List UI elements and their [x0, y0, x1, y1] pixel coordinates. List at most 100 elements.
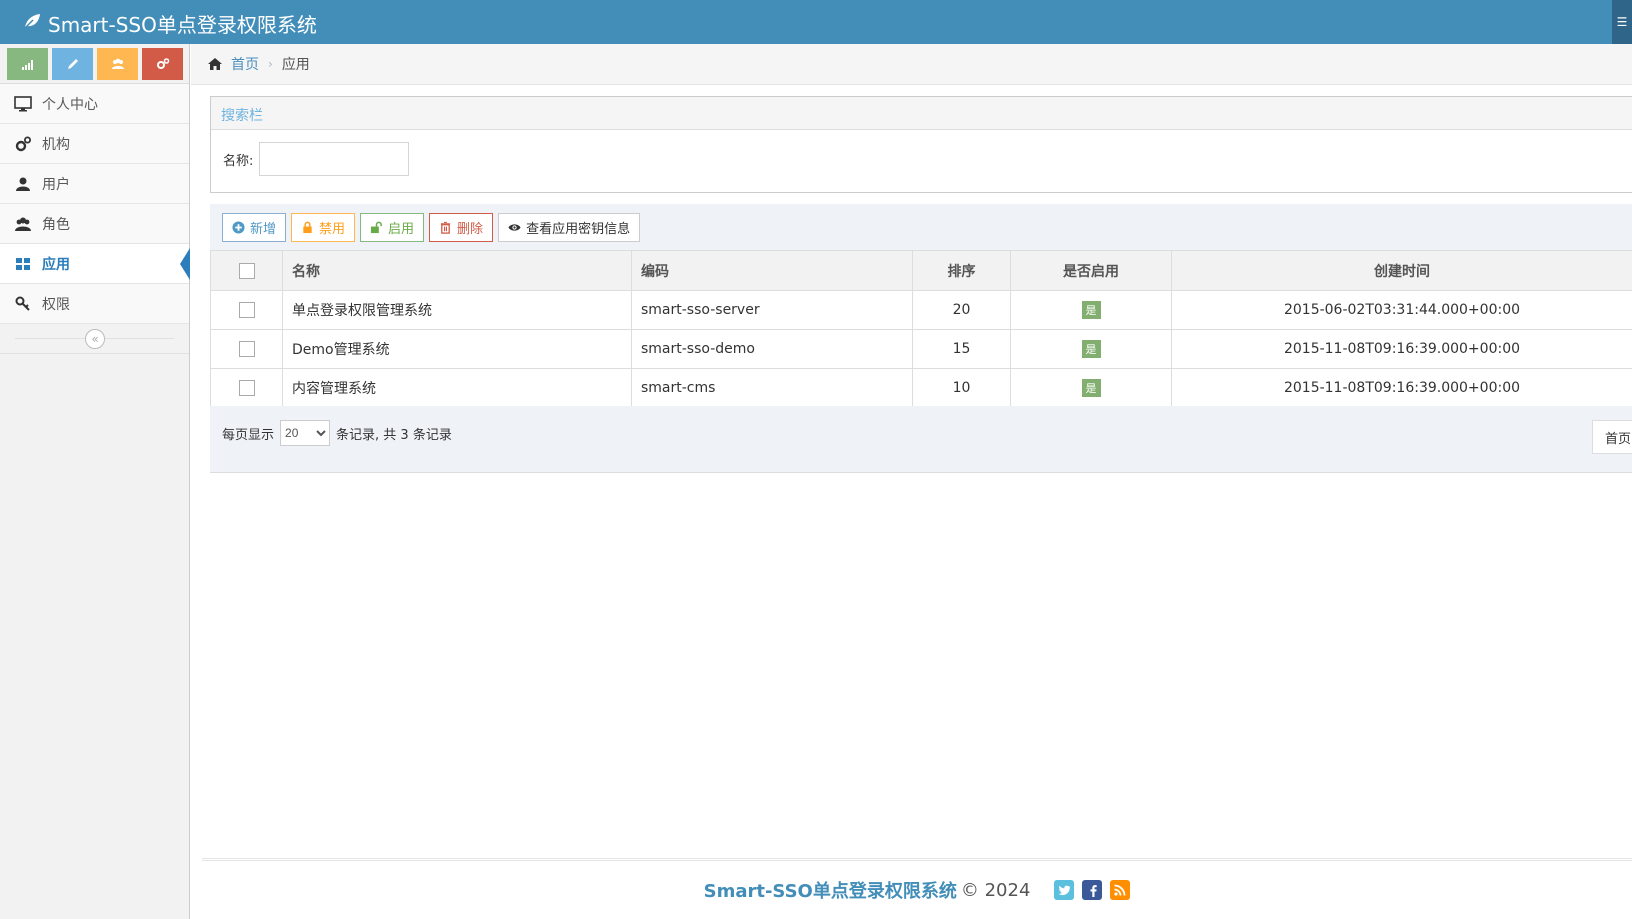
sidebar-nav: 个人中心 机构 用户 角色 应用 权限 — [0, 84, 190, 324]
search-panel: 搜索栏 名称: — [210, 96, 1632, 193]
table-header-row: 名称 编码 排序 是否启用 创建时间 — [210, 250, 1632, 291]
table-row[interactable]: 单点登录权限管理系统 smart-sso-server 20 是 2015-06… — [210, 290, 1632, 330]
sidebar-shortcuts — [0, 44, 189, 84]
eye-icon — [508, 223, 521, 231]
plus-circle-icon — [232, 220, 245, 234]
sidebar-collapse-bar: « — [0, 324, 189, 354]
column-header-created[interactable]: 创建时间 — [1171, 250, 1632, 291]
sidebar-item-label: 机构 — [42, 136, 70, 153]
breadcrumb-home-link[interactable]: 首页 — [231, 54, 259, 74]
row-select-cell — [210, 329, 283, 369]
sidebar-item-permissions[interactable]: 权限 — [0, 284, 189, 324]
status-badge: 是 — [1081, 379, 1101, 397]
pencil-icon — [67, 59, 78, 69]
per-page-suffix: 条记录, 共 3 条记录 — [336, 427, 452, 443]
select-all-cell — [210, 250, 283, 291]
cell-name: 内容管理系统 — [282, 368, 632, 408]
sidebar-item-roles[interactable]: 角色 — [0, 204, 189, 244]
sidebar-collapse-button[interactable]: « — [85, 329, 105, 349]
key-icon — [12, 293, 34, 315]
sidebar-item-personal-center[interactable]: 个人中心 — [0, 84, 189, 124]
breadcrumb-separator: › — [268, 57, 273, 71]
enable-button[interactable]: 启用 — [360, 212, 425, 242]
action-toolbar: 新增 禁用 启用 删除 查看应用密钥信息 — [210, 204, 1632, 250]
footer-copyright: © 2024 — [960, 879, 1031, 901]
cell-name: Demo管理系统 — [282, 329, 632, 369]
cell-code: smart-sso-server — [631, 290, 913, 330]
first-page-button[interactable]: 首页 — [1592, 420, 1632, 454]
cell-enabled: 是 — [1010, 290, 1172, 330]
footer-brand: Smart-SSO单点登录权限系统 — [703, 881, 957, 902]
sidebar-item-organization[interactable]: 机构 — [0, 124, 189, 164]
breadcrumb: 首页 › 应用 — [191, 44, 1632, 85]
select-all-checkbox[interactable] — [238, 262, 255, 279]
breadcrumb-current: 应用 — [281, 57, 310, 73]
twitter-icon[interactable] — [1054, 880, 1075, 900]
first-page-label: 首页 — [1605, 431, 1632, 447]
view-secret-button[interactable]: 查看应用密钥信息 — [498, 212, 641, 242]
search-form: 名称: — [211, 130, 1632, 188]
rss-icon[interactable] — [1110, 880, 1131, 900]
delete-button[interactable]: 删除 — [429, 212, 494, 242]
delete-button-label: 删除 — [457, 221, 484, 237]
brand[interactable]: Smart-SSO单点登录权限系统 — [22, 9, 317, 38]
double-angle-left-icon: « — [91, 332, 99, 346]
group-icon — [111, 58, 124, 69]
apps-icon — [12, 253, 34, 275]
cell-enabled: 是 — [1010, 329, 1172, 369]
cell-created: 2015-11-08T09:16:39.000+00:00 — [1171, 368, 1632, 408]
page-size-control: 每页显示 20 条记录, 共 3 条记录 — [222, 420, 452, 446]
cogs-icon — [156, 58, 169, 69]
row-checkbox[interactable] — [238, 341, 255, 357]
user-icon — [12, 173, 34, 195]
column-header-name[interactable]: 名称 — [282, 250, 632, 291]
pagination-bar: 每页显示 20 条记录, 共 3 条记录 首页 — [210, 406, 1632, 473]
disable-button-label: 禁用 — [319, 221, 346, 237]
users-icon — [12, 213, 34, 235]
table-row[interactable]: Demo管理系统 smart-sso-demo 15 是 2015-11-08T… — [210, 329, 1632, 369]
shortcut-group-button[interactable] — [97, 48, 138, 80]
row-checkbox[interactable] — [238, 302, 255, 318]
per-page-prefix: 每页显示 — [222, 427, 275, 443]
menu-toggle-button[interactable]: ☰ — [1612, 0, 1632, 44]
shortcut-cogs-button[interactable] — [142, 48, 183, 80]
sidebar-item-label: 应用 — [42, 256, 70, 273]
footer: Smart-SSO单点登录权限系统 © 2024 — [202, 858, 1632, 919]
disable-button[interactable]: 禁用 — [291, 212, 356, 242]
apps-table-container: 名称 编码 排序 是否启用 创建时间 单点登录权限管理系统 smart-sso-… — [210, 250, 1632, 408]
cell-name: 单点登录权限管理系统 — [282, 290, 632, 330]
app-title: Smart-SSO单点登录权限系统 — [48, 13, 317, 37]
cell-enabled: 是 — [1010, 368, 1172, 408]
page-size-select[interactable]: 20 — [280, 420, 331, 446]
view-secret-button-label: 查看应用密钥信息 — [526, 221, 631, 237]
cogs-icon — [12, 133, 34, 155]
apps-table: 名称 编码 排序 是否启用 创建时间 单点登录权限管理系统 smart-sso-… — [210, 250, 1632, 408]
row-checkbox[interactable] — [238, 380, 255, 396]
sidebar-item-label: 用户 — [42, 176, 70, 193]
sidebar-item-label: 角色 — [42, 216, 70, 233]
column-header-sort[interactable]: 排序 — [912, 250, 1011, 291]
column-header-enabled[interactable]: 是否启用 — [1010, 250, 1172, 291]
add-button-label: 新增 — [250, 221, 277, 237]
status-badge: 是 — [1081, 301, 1101, 319]
cell-created: 2015-06-02T03:31:44.000+00:00 — [1171, 290, 1632, 330]
shortcut-signal-button[interactable] — [7, 48, 48, 80]
cell-created: 2015-11-08T09:16:39.000+00:00 — [1171, 329, 1632, 369]
social-links — [1054, 880, 1131, 900]
name-search-input[interactable] — [259, 142, 410, 176]
column-header-code[interactable]: 编码 — [631, 250, 913, 291]
sidebar-item-label: 个人中心 — [42, 96, 98, 113]
trash-icon — [440, 221, 451, 234]
cell-sort: 10 — [912, 368, 1011, 408]
desktop-icon — [12, 93, 34, 115]
sidebar-item-apps[interactable]: 应用 — [0, 244, 190, 284]
sidebar-item-users[interactable]: 用户 — [0, 164, 189, 204]
leaf-icon — [22, 11, 42, 36]
add-button[interactable]: 新增 — [222, 212, 287, 242]
signal-icon — [21, 60, 33, 70]
name-label: 名称: — [223, 153, 254, 169]
facebook-icon[interactable] — [1082, 880, 1103, 900]
enable-button-label: 启用 — [388, 221, 415, 237]
table-row[interactable]: 内容管理系统 smart-cms 10 是 2015-11-08T09:16:3… — [210, 368, 1632, 408]
shortcut-pencil-button[interactable] — [52, 48, 93, 80]
